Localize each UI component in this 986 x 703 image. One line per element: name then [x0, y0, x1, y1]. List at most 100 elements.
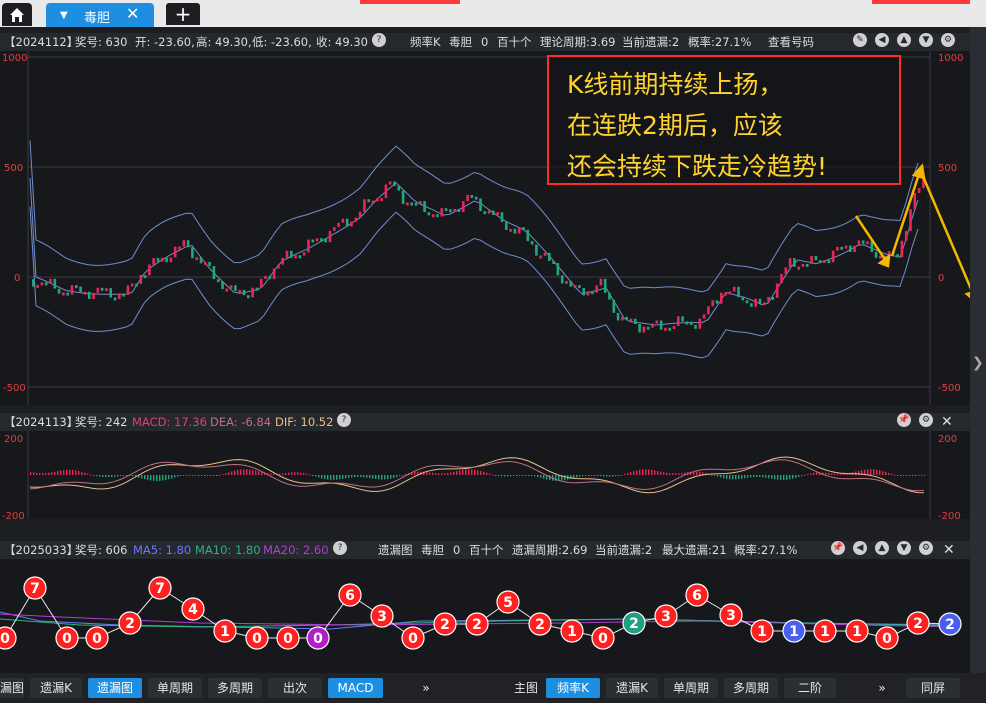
- macd-bar: [780, 475, 782, 480]
- miss-circle[interactable]: 7: [148, 576, 172, 600]
- macd-bar: [72, 469, 74, 475]
- band-middle: [29, 177, 919, 326]
- tab-single-cycle[interactable]: 单周期: [664, 678, 718, 698]
- tab-miss-chart-active[interactable]: 遗漏图: [88, 678, 142, 698]
- miss-circle[interactable]: 0: [875, 626, 899, 650]
- tab-macd[interactable]: MACD: [328, 678, 383, 698]
- close-icon[interactable]: ✕: [941, 413, 953, 431]
- miss-circle[interactable]: 3: [719, 603, 743, 627]
- split-screen-button[interactable]: 同屏: [906, 678, 960, 698]
- home-button[interactable]: [2, 3, 32, 26]
- current-miss: 当前遗漏:2: [622, 35, 680, 49]
- miss-circle[interactable]: 2: [906, 611, 930, 635]
- miss-circle-number: 2: [125, 616, 135, 632]
- candle: [315, 238, 319, 242]
- chevron-down-icon[interactable]: ▼: [60, 10, 68, 21]
- macd-bar: [762, 475, 764, 478]
- back-icon[interactable]: ◀: [853, 541, 867, 555]
- miss-circle[interactable]: 0: [0, 626, 17, 650]
- back-icon[interactable]: ◀: [875, 33, 889, 47]
- tab-frequency-k[interactable]: 频率K: [546, 678, 600, 698]
- miss-circle[interactable]: 2: [938, 612, 962, 636]
- more-left-button[interactable]: »: [406, 678, 446, 698]
- candle: [49, 278, 52, 284]
- miss-circle[interactable]: 3: [654, 604, 678, 628]
- tab-miss-chart[interactable]: 漏图: [0, 678, 24, 698]
- miss-circle[interactable]: 1: [213, 619, 237, 643]
- miss-circle[interactable]: 5: [496, 590, 520, 614]
- candle: [754, 298, 757, 307]
- help-icon[interactable]: ?: [372, 33, 386, 47]
- gear-icon[interactable]: ⚙: [941, 33, 955, 47]
- miss-circle[interactable]: 0: [306, 626, 330, 650]
- miss-circle-number: 1: [567, 624, 577, 640]
- tab-miss-k[interactable]: 遗漏K: [606, 678, 658, 698]
- miss-circle[interactable]: 0: [276, 626, 300, 650]
- candle: [621, 316, 624, 321]
- miss-circle[interactable]: 0: [55, 626, 79, 650]
- macd-bar: [495, 475, 497, 476]
- chevron-right-icon[interactable]: ❯: [972, 355, 984, 371]
- up-icon[interactable]: ▲: [875, 541, 889, 555]
- miss-circle-number: 3: [377, 609, 387, 625]
- miss-circle[interactable]: 1: [782, 619, 806, 643]
- macd-bar: [345, 475, 347, 479]
- help-icon[interactable]: ?: [337, 413, 351, 427]
- miss-circle[interactable]: 0: [245, 626, 269, 650]
- miss-circle[interactable]: 2: [622, 611, 646, 635]
- candle: [466, 195, 469, 202]
- miss-circle[interactable]: 0: [401, 626, 425, 650]
- candle: [436, 214, 439, 218]
- miss-chart[interactable]: 0 7 0 0 2 7 4 1 0 0 0 6 3 0 2 2 5 2 1 0 2 3 6 3 1 1 1 1 0 2 2: [0, 559, 970, 673]
- tab-miss-k[interactable]: 遗漏K: [30, 678, 82, 698]
- pin-icon[interactable]: 📌: [831, 541, 845, 555]
- miss-circle[interactable]: 2: [465, 612, 489, 636]
- right-scrollbar[interactable]: [970, 27, 986, 673]
- tab-multi-cycle[interactable]: 多周期: [208, 678, 262, 698]
- miss-circle[interactable]: 6: [685, 583, 709, 607]
- miss-circle[interactable]: 2: [528, 612, 552, 636]
- candle: [646, 326, 650, 330]
- add-tab-button[interactable]: +: [166, 3, 200, 25]
- macd-plot[interactable]: 200 -200 200 -200: [0, 431, 970, 522]
- edit-icon[interactable]: ✎: [853, 33, 867, 47]
- candle: [668, 327, 671, 331]
- view-numbers-button[interactable]: 查看号码: [768, 33, 814, 51]
- tab-main[interactable]: 主图: [508, 678, 544, 698]
- more-right-button[interactable]: »: [862, 678, 902, 698]
- tab-second-order[interactable]: 二阶: [784, 678, 836, 698]
- down-icon[interactable]: ▼: [897, 541, 911, 555]
- miss-circle[interactable]: 2: [118, 611, 142, 635]
- miss-circle[interactable]: 1: [560, 619, 584, 643]
- close-icon[interactable]: ✕: [943, 541, 955, 559]
- tab-single-cycle[interactable]: 单周期: [148, 678, 202, 698]
- macd-bar: [132, 475, 134, 477]
- candle: [702, 314, 706, 319]
- macd-chart[interactable]: 200 -200 200 -200: [0, 431, 970, 522]
- miss-plot[interactable]: 0 7 0 0 2 7 4 1 0 0 0 6 3 0 2 2 5 2 1 0 2 3 6 3 1 1 1 1 0 2 2: [0, 559, 970, 673]
- miss-circle[interactable]: 3: [370, 604, 394, 628]
- candle: [156, 258, 160, 262]
- macd-bar: [462, 470, 464, 475]
- miss-circle[interactable]: 1: [813, 619, 837, 643]
- down-icon[interactable]: ▼: [919, 33, 933, 47]
- tab-occurrences[interactable]: 出次: [268, 678, 322, 698]
- miss-circle[interactable]: 0: [85, 626, 109, 650]
- miss-circle[interactable]: 6: [338, 583, 362, 607]
- gear-icon[interactable]: ⚙: [919, 541, 933, 555]
- miss-circle[interactable]: 2: [433, 612, 457, 636]
- candle: [462, 201, 465, 212]
- pin-icon[interactable]: 📌: [897, 413, 911, 427]
- miss-circle[interactable]: 7: [23, 576, 47, 600]
- gear-icon[interactable]: ⚙: [919, 413, 933, 427]
- tab-active[interactable]: ▼ 毒胆 ✕: [46, 3, 154, 27]
- up-icon[interactable]: ▲: [897, 33, 911, 47]
- miss-circle[interactable]: 0: [591, 626, 615, 650]
- close-icon[interactable]: ✕: [126, 4, 139, 23]
- miss-circle[interactable]: 1: [845, 619, 869, 643]
- miss-circle[interactable]: 1: [750, 619, 774, 643]
- help-icon[interactable]: ?: [333, 541, 347, 555]
- candle: [599, 278, 603, 286]
- miss-circle[interactable]: 4: [181, 597, 205, 621]
- tab-multi-cycle[interactable]: 多周期: [724, 678, 778, 698]
